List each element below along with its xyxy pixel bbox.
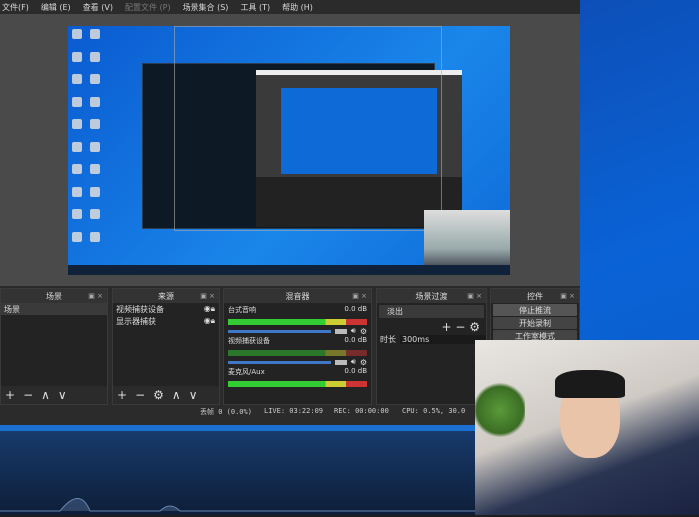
controls-title: 控件 [527,291,543,301]
menu-tools[interactable]: 工具 (T) [240,2,270,13]
dock-float-close-icon[interactable]: ▣ × [560,292,575,300]
channel-level: 0.0 dB [344,305,367,313]
dock-float-close-icon[interactable]: ▣ × [467,292,482,300]
source-item[interactable]: 显示器捕获 ◉🔒︎ [113,315,219,327]
sources-dock: 来源 ▣ × 视频捕获设备 ◉🔒︎ 显示器捕获 ◉🔒︎ + − ⚙ ∧ ∨ [112,288,220,405]
cpu-usage: CPU: 0.5%, 30.0 [402,407,466,415]
channel-name: 麦克风/Aux [228,368,265,376]
menu-bar: 文件(F) 编辑 (E) 查看 (V) 配置文件 (P) 场景集合 (S) 工具… [0,0,580,14]
transitions-title: 场景过渡 [415,291,448,301]
volume-meter [228,319,367,325]
scenes-title: 场景 [46,291,62,301]
duration-input[interactable]: 300ms [400,335,486,344]
speaker-icon[interactable]: 🔊︎ [351,326,356,336]
scenes-dock: 场景 ▣ × 场景 + − ∧ ∨ [0,288,108,405]
preview-canvas[interactable] [0,14,580,286]
channel-level: 0.0 dB [344,336,367,344]
remove-icon[interactable]: − [23,388,33,402]
add-icon[interactable]: + [441,320,451,334]
person-hair [555,370,625,398]
remove-icon[interactable]: − [135,388,145,402]
scene-item[interactable]: 场景 [1,303,107,315]
menu-edit[interactable]: 编辑 (E) [41,2,71,13]
display-capture-preview [68,26,510,275]
eye-lock-icon[interactable]: ◉🔒︎ [204,316,215,326]
selection-box [174,26,442,231]
mixer-dock: 混音器 ▣ × 台式音响 0.0 dB 🔊︎ ⚙ 视频捕获设备 0.0 dB 🔊︎ ⚙ 麦… [223,288,372,405]
menu-view[interactable]: 查看 (V) [83,2,113,13]
stop-streaming-button[interactable]: 停止推流 [493,304,577,316]
start-recording-button[interactable]: 开始录制 [493,317,577,329]
dock-float-close-icon[interactable]: ▣ × [200,292,215,300]
dropped-frames: 丢帧 0 (0.0%) [200,408,252,416]
gear-icon[interactable]: ⚙ [153,388,164,402]
speaker-icon[interactable]: 🔊︎ [351,357,356,367]
menu-help[interactable]: 帮助 (H) [282,2,313,13]
volume-slider[interactable] [228,360,331,364]
volume-meter [228,350,367,356]
volume-slider[interactable] [228,329,331,333]
channel-name: 台式音响 [228,306,256,314]
gear-icon[interactable]: ⚙ [360,358,367,367]
transition-select[interactable]: 淡出 [379,305,484,318]
eye-lock-icon[interactable]: ◉🔒︎ [204,304,215,314]
dock-float-close-icon[interactable]: ▣ × [352,292,367,300]
plant [475,380,525,440]
channel-name: 视频捕获设备 [228,337,270,345]
gear-icon[interactable]: ⚙ [360,327,367,336]
move-up-icon[interactable]: ∧ [41,388,50,402]
live-time: LIVE: 03:22:09 [264,407,324,415]
dock-float-close-icon[interactable]: ▣ × [88,292,103,300]
volume-meter [228,381,367,387]
rec-time: REC: 00:00:00 [334,407,389,415]
taskbar [68,265,510,275]
transition-toolbar: + − ⚙ [377,320,486,334]
desktop-icons [72,29,112,249]
transitions-dock: 场景过渡 ▣ × 淡出 + − ⚙ 时长 300ms [376,288,487,405]
remove-icon[interactable]: − [455,320,465,334]
channel-level: 0.0 dB [344,367,367,375]
menu-file[interactable]: 文件(F) [2,2,29,13]
menu-profile: 配置文件 (P) [124,2,171,12]
move-down-icon[interactable]: ∨ [189,388,198,402]
add-icon[interactable]: + [117,388,127,402]
duration-label: 时长 [380,335,396,344]
sources-title: 来源 [158,291,174,301]
move-up-icon[interactable]: ∧ [172,388,181,402]
source-item[interactable]: 视频捕获设备 ◉🔒︎ [113,303,219,315]
menu-scene-collection[interactable]: 场景集合 (S) [183,2,229,13]
gear-icon[interactable]: ⚙ [469,320,480,334]
move-down-icon[interactable]: ∨ [58,388,67,402]
add-icon[interactable]: + [5,388,15,402]
webcam-overlay [475,340,699,515]
mixer-title: 混音器 [285,291,310,301]
